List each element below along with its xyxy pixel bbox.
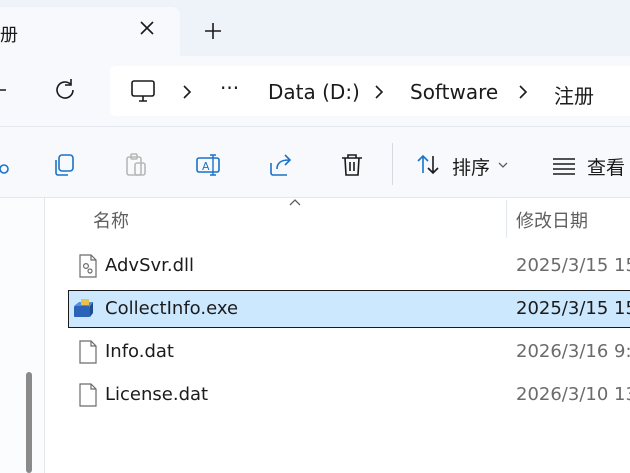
share-icon[interactable] bbox=[267, 151, 295, 179]
chevron-right-icon[interactable] bbox=[516, 84, 530, 100]
chevron-down-icon[interactable] bbox=[497, 161, 509, 169]
address-bar[interactable]: ··· Data (D:) Software 注册 bbox=[110, 66, 630, 116]
file-name: AdvSvr.dll bbox=[105, 255, 195, 276]
breadcrumb-item-drive[interactable]: Data (D:) bbox=[268, 80, 360, 104]
file-row[interactable]: AdvSvr.dll 2025/3/15 15 bbox=[68, 247, 630, 285]
sort-button[interactable]: 排序 bbox=[452, 153, 490, 180]
dll-file-icon bbox=[79, 254, 97, 278]
cut-icon[interactable] bbox=[0, 151, 14, 179]
file-name: License.dat bbox=[105, 384, 209, 405]
tab-title: 册 bbox=[0, 25, 18, 46]
chevron-right-icon[interactable] bbox=[180, 84, 194, 100]
column-header-date[interactable]: 修改日期 bbox=[516, 207, 588, 233]
copy-icon[interactable] bbox=[50, 151, 78, 179]
file-date: 2025/3/15 15 bbox=[516, 255, 630, 276]
file-name: CollectInfo.exe bbox=[105, 298, 239, 319]
breadcrumb-more[interactable]: ··· bbox=[220, 76, 239, 100]
navigation-bar: ··· Data (D:) Software 注册 bbox=[0, 56, 630, 126]
view-icon[interactable] bbox=[550, 151, 578, 179]
breadcrumb-item-software[interactable]: Software bbox=[410, 80, 498, 104]
svg-text:A: A bbox=[202, 160, 210, 173]
computer-icon[interactable] bbox=[130, 79, 156, 103]
breadcrumb-item-current[interactable]: 注册 bbox=[554, 80, 594, 109]
file-icon bbox=[79, 340, 97, 364]
column-divider[interactable] bbox=[506, 200, 507, 238]
arrow-left-icon[interactable] bbox=[0, 76, 14, 104]
file-row[interactable]: License.dat 2026/3/10 13 bbox=[68, 376, 630, 414]
file-name: Info.dat bbox=[105, 341, 174, 362]
command-separator bbox=[392, 143, 393, 185]
scrollbar-thumb[interactable] bbox=[26, 372, 32, 473]
file-date: 2026/3/10 13 bbox=[516, 384, 630, 405]
file-row[interactable]: Info.dat 2026/3/16 9: bbox=[68, 333, 630, 371]
delete-icon[interactable] bbox=[338, 151, 366, 179]
file-date: 2026/3/16 9: bbox=[516, 341, 630, 362]
sort-icon[interactable] bbox=[414, 151, 442, 179]
paste-icon[interactable] bbox=[122, 151, 150, 179]
tab-active[interactable]: 册 bbox=[0, 7, 180, 56]
refresh-icon[interactable] bbox=[51, 76, 79, 104]
navigation-pane bbox=[0, 198, 45, 473]
chevron-right-icon[interactable] bbox=[372, 84, 386, 100]
sort-caret-icon bbox=[289, 199, 301, 206]
file-icon bbox=[79, 383, 97, 407]
file-date: 2025/3/15 15 bbox=[516, 298, 630, 319]
close-icon[interactable] bbox=[136, 17, 158, 39]
view-button[interactable]: 查看 bbox=[587, 153, 625, 180]
plus-icon[interactable] bbox=[200, 18, 226, 44]
file-row-selected[interactable]: CollectInfo.exe 2025/3/15 15 bbox=[68, 290, 630, 328]
tab-strip: 册 bbox=[0, 0, 630, 56]
exe-file-icon bbox=[74, 299, 93, 317]
rename-icon[interactable]: A bbox=[194, 151, 222, 179]
column-header-name[interactable]: 名称 bbox=[93, 207, 129, 233]
command-bar: A 排序 查看 bbox=[0, 126, 630, 198]
